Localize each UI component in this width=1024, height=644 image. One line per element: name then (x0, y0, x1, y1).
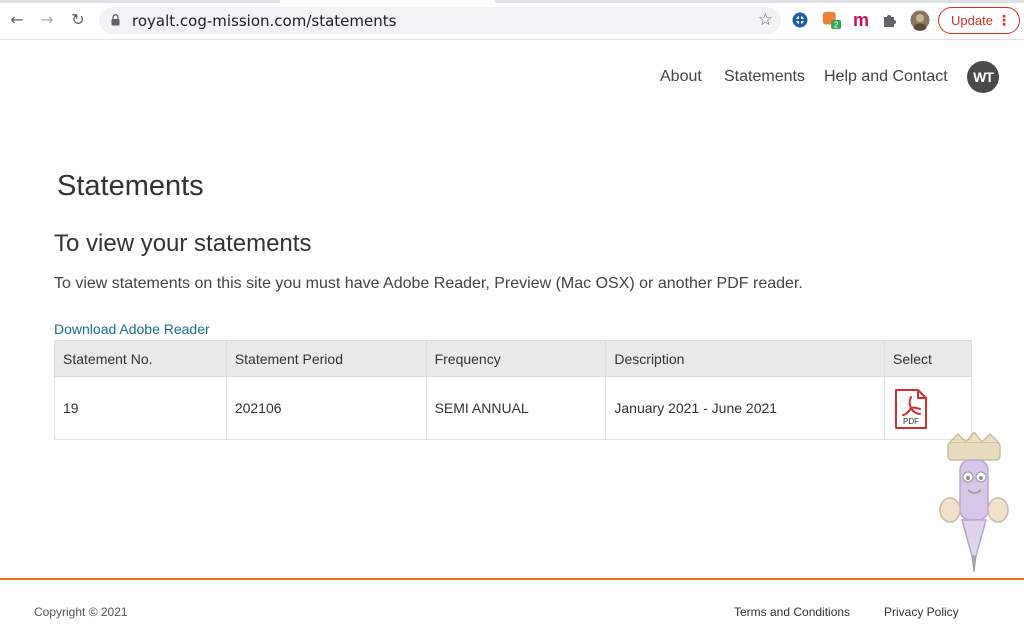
download-adobe-reader-link[interactable]: Download Adobe Reader (54, 321, 210, 337)
cell-description: January 2021 - June 2021 (605, 376, 886, 440)
puzzle-icon[interactable] (880, 10, 900, 30)
extension-crosshair-icon[interactable] (790, 10, 810, 30)
bookmark-star-icon[interactable]: ☆ (758, 10, 773, 30)
intro-text: To view statements on this site you must… (54, 275, 803, 292)
table-header-row: Statement No. Statement Period Frequency… (54, 340, 972, 377)
cell-statement-period: 202106 (225, 376, 427, 440)
forward-arrow-icon[interactable]: → (36, 8, 58, 30)
extension-badge-icon[interactable]: 2 (822, 10, 842, 30)
pdf-label: PDF (903, 417, 919, 426)
browser-toolbar: ← → ↻ royalt.cog-mission.com/statements … (0, 0, 1024, 40)
cell-frequency: SEMI ANNUAL (425, 376, 607, 440)
extension-badge-count: 2 (834, 21, 839, 30)
extension-m-icon[interactable]: m (851, 10, 871, 30)
update-button[interactable]: Update ⋮ (938, 7, 1020, 34)
cell-statement-no: 19 (54, 376, 227, 440)
nav-statements[interactable]: Statements (724, 68, 805, 86)
header-statement-period: Statement Period (225, 340, 427, 377)
reload-icon[interactable]: ↻ (67, 8, 89, 30)
header-select: Select (884, 340, 972, 377)
header-frequency: Frequency (425, 340, 607, 377)
update-label: Update (951, 13, 993, 28)
header-statement-no: Statement No. (54, 340, 227, 377)
profile-avatar[interactable] (910, 10, 930, 31)
copyright-text: Copyright © 2021 (34, 605, 128, 619)
cell-select: PDF (884, 376, 972, 440)
page-title: Statements (57, 170, 204, 202)
menu-dots-icon: ⋮ (997, 12, 1011, 28)
mascot-pen-character-image (939, 432, 1009, 573)
tab-strip-edge (495, 0, 1024, 3)
footer-divider (0, 578, 1024, 580)
user-logo[interactable]: WT (967, 61, 999, 93)
table-row: 19 202106 SEMI ANNUAL January 2021 - Jun… (54, 376, 972, 440)
privacy-link[interactable]: Privacy Policy (884, 605, 959, 619)
address-bar[interactable]: royalt.cog-mission.com/statements ☆ (99, 7, 781, 34)
url-text: royalt.cog-mission.com/statements (132, 12, 397, 30)
lock-icon (111, 14, 120, 26)
back-arrow-icon[interactable]: ← (6, 8, 28, 30)
statements-table: Statement No. Statement Period Frequency… (54, 340, 972, 440)
pdf-download-icon[interactable]: PDF (893, 387, 929, 431)
nav-about[interactable]: About (660, 68, 702, 86)
site-nav: About Statements Help and Contact (0, 66, 1024, 92)
section-title: To view your statements (54, 230, 312, 257)
nav-help-contact[interactable]: Help and Contact (824, 68, 948, 86)
tab-strip-edge (0, 0, 280, 3)
terms-link[interactable]: Terms and Conditions (734, 605, 850, 619)
header-description: Description (605, 340, 886, 377)
